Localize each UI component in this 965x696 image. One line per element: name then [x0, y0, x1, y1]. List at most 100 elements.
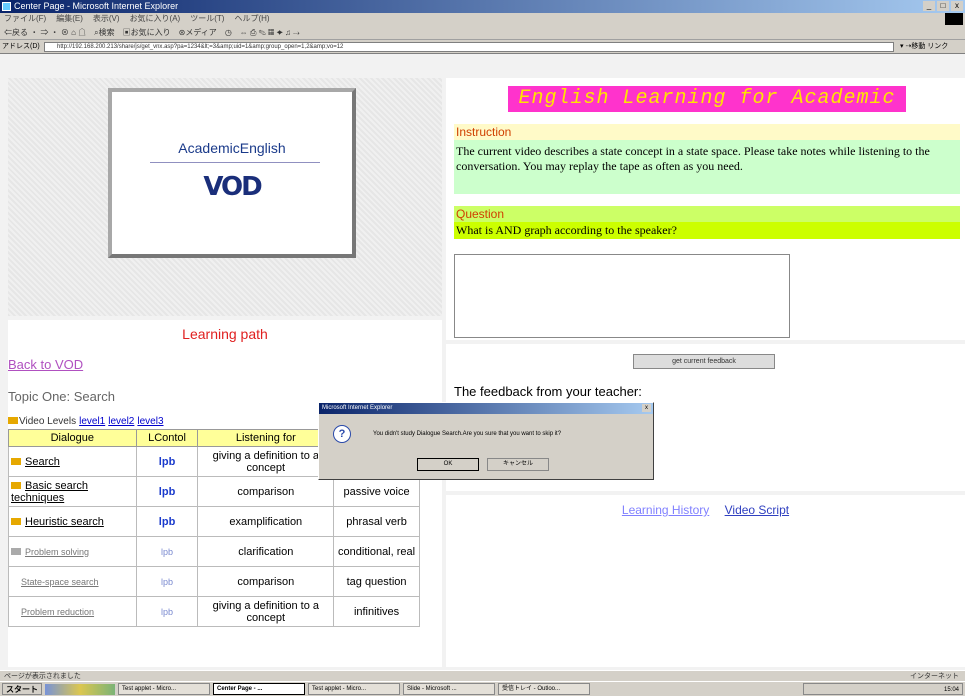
favorites-button[interactable]: ▣お気に入り — [123, 25, 171, 39]
grammar-cell: tag question — [333, 566, 420, 597]
taskbar-item[interactable]: Slide - Microsoft ... — [403, 683, 495, 695]
maximize-button[interactable]: □ — [937, 1, 949, 11]
address-label: アドレス(D) — [2, 43, 40, 50]
system-tray: 15:04 — [803, 683, 963, 695]
video-frame: AcademicEnglish VOD — [8, 78, 442, 316]
col-dialogue: Dialogue — [8, 429, 137, 447]
cancel-button[interactable]: キャンセル — [487, 458, 549, 471]
taskbar-item[interactable]: Test applet - Micro... — [308, 683, 400, 695]
lpb-link[interactable]: lpb — [159, 486, 176, 498]
folder-icon — [11, 518, 21, 526]
learning-history-link[interactable]: Learning History — [622, 503, 709, 517]
menu-file[interactable]: ファイル(F) — [4, 13, 46, 25]
dialogue-link[interactable]: Basic search techniques — [11, 480, 88, 504]
level3-link[interactable]: level3 — [137, 416, 163, 427]
vod-divider — [150, 162, 320, 163]
grammar-cell: phrasal verb — [333, 506, 420, 537]
level2-link[interactable]: level2 — [108, 416, 134, 427]
lpb-link[interactable]: lpb — [159, 516, 176, 528]
get-feedback-button[interactable]: get current feedback — [633, 354, 775, 369]
close-window-button[interactable]: x — [951, 1, 963, 11]
windows-taskbar: スタート Test applet - Micro... Center Page … — [0, 681, 965, 696]
lesson-title: English Learning for Academic — [508, 86, 906, 112]
listening-cell: clarification — [197, 536, 335, 567]
video-levels-label: Video Levels — [19, 416, 77, 427]
misc-toolbar-buttons[interactable]: ⇔ ⎙ ✎ ▦ ✦ ♫ ⇢ — [240, 25, 300, 39]
start-button[interactable]: スタート — [2, 683, 42, 695]
nav-buttons[interactable]: ⇐戻る ・ ⇒ ・ ⊗ ⌂ ☖ — [4, 25, 86, 39]
lpb-link[interactable]: lpb — [159, 456, 176, 468]
topic-label: Topic One: Search — [8, 389, 115, 404]
taskbar-item[interactable]: Test applet - Micro... — [118, 683, 210, 695]
browser-toolbar: ⇐戻る ・ ⇒ ・ ⊗ ⌂ ☖ ⌕検索 ▣お気に入り ⊛メディア ◷ ⇔ ⎙ ✎… — [0, 25, 965, 40]
dialogue-link[interactable]: State-space search — [21, 577, 99, 587]
vod-title: AcademicEnglish — [178, 140, 286, 156]
dialog-close-button[interactable]: x — [642, 404, 651, 412]
col-listening: Listening for — [197, 429, 335, 447]
folder-icon — [8, 417, 18, 424]
vod-logo: VOD — [203, 172, 262, 202]
col-lcontrol: LContol — [135, 429, 199, 447]
question-icon: ? — [333, 425, 351, 443]
quick-launch[interactable] — [45, 683, 115, 695]
status-text: ページが表示されました — [4, 673, 81, 680]
search-button[interactable]: ⌕検索 — [94, 25, 114, 39]
learning-path-frame: Learning path Back to VOD Topic One: Sea… — [8, 320, 442, 667]
lpb-link[interactable]: lpb — [161, 547, 173, 557]
table-row: Heuristic search lpb examplification phr… — [8, 506, 420, 537]
folder-icon — [11, 548, 21, 556]
listening-cell: comparison — [197, 566, 335, 597]
history-button[interactable]: ◷ — [225, 25, 232, 39]
grammar-cell: infinitives — [333, 596, 420, 627]
dialog-message: You didn't study Dialogue Search.Are you… — [373, 431, 562, 437]
minimize-button[interactable]: _ — [923, 1, 935, 11]
menu-tools[interactable]: ツール(T) — [190, 13, 224, 25]
table-row: Basic search techniques lpb comparison p… — [8, 476, 420, 507]
window-titlebar: Center Page - Microsoft Internet Explore… — [0, 0, 965, 13]
listening-cell: examplification — [197, 506, 335, 537]
listening-cell: giving a definition to a concept — [197, 596, 335, 627]
dialog-title: Microsoft Internet Explorer — [322, 405, 393, 411]
lesson-frame: English Learning for Academic Instructio… — [446, 78, 965, 340]
menu-edit[interactable]: 編集(E) — [56, 13, 83, 25]
dialogue-link[interactable]: Problem solving — [25, 547, 89, 557]
grammar-cell: conditional, real — [333, 536, 420, 567]
window-title: Center Page - Microsoft Internet Explore… — [14, 1, 179, 11]
answer-textarea[interactable] — [454, 254, 790, 338]
ok-button[interactable]: OK — [417, 458, 479, 471]
history-links: Learning History Video Script — [446, 503, 965, 517]
level1-link[interactable]: level1 — [79, 416, 105, 427]
back-to-vod-link[interactable]: Back to VOD — [8, 357, 83, 372]
history-frame: Learning History Video Script — [446, 495, 965, 667]
menu-favorites[interactable]: お気に入り(A) — [130, 13, 181, 25]
video-levels: Video Levels level1 level2 level3 — [8, 416, 164, 427]
menu-bar: ファイル(F) 編集(E) 表示(V) お気に入り(A) ツール(T) ヘルプ(… — [0, 13, 965, 25]
question-heading: Question — [454, 206, 960, 222]
address-bar: アドレス(D) http://192.168.200.213/share/js/… — [0, 40, 965, 54]
table-row: Problem reduction lpb giving a definitio… — [8, 596, 420, 627]
video-script-link[interactable]: Video Script — [725, 503, 789, 517]
taskbar-item-active[interactable]: Center Page - ... — [213, 683, 305, 695]
vod-panel[interactable]: AcademicEnglish VOD — [108, 88, 356, 258]
table-row: State-space search lpb comparison tag qu… — [8, 566, 420, 597]
instruction-heading: Instruction — [454, 124, 960, 140]
grammar-cell: passive voice — [333, 476, 420, 507]
dialogue-link[interactable]: Heuristic search — [25, 516, 104, 528]
lpb-link[interactable]: lpb — [161, 607, 173, 617]
dialogue-link[interactable]: Problem reduction — [21, 607, 94, 617]
taskbar-item[interactable]: 受信トレイ - Outloo... — [498, 683, 590, 695]
window-controls: _ □ x — [923, 1, 963, 11]
menu-help[interactable]: ヘルプ(H) — [234, 13, 269, 25]
media-button[interactable]: ⊛メディア — [179, 25, 217, 39]
go-button[interactable]: ▾ ⇢移動 リンク — [900, 42, 948, 52]
menu-view[interactable]: 表示(V) — [93, 13, 120, 25]
address-input[interactable]: http://192.168.200.213/share/js/get_vnx.… — [44, 42, 894, 52]
lpb-link[interactable]: lpb — [161, 577, 173, 587]
dialog-titlebar: Microsoft Internet Explorer x — [319, 403, 653, 414]
listening-cell: comparison — [197, 476, 335, 507]
dialogue-link[interactable]: Search — [25, 456, 60, 468]
status-bar: ページが表示されました インターネット — [0, 670, 965, 681]
listening-cell: giving a definition to a concept — [197, 446, 335, 477]
instruction-text: The current video describes a state conc… — [454, 140, 960, 194]
folder-icon — [11, 482, 21, 490]
